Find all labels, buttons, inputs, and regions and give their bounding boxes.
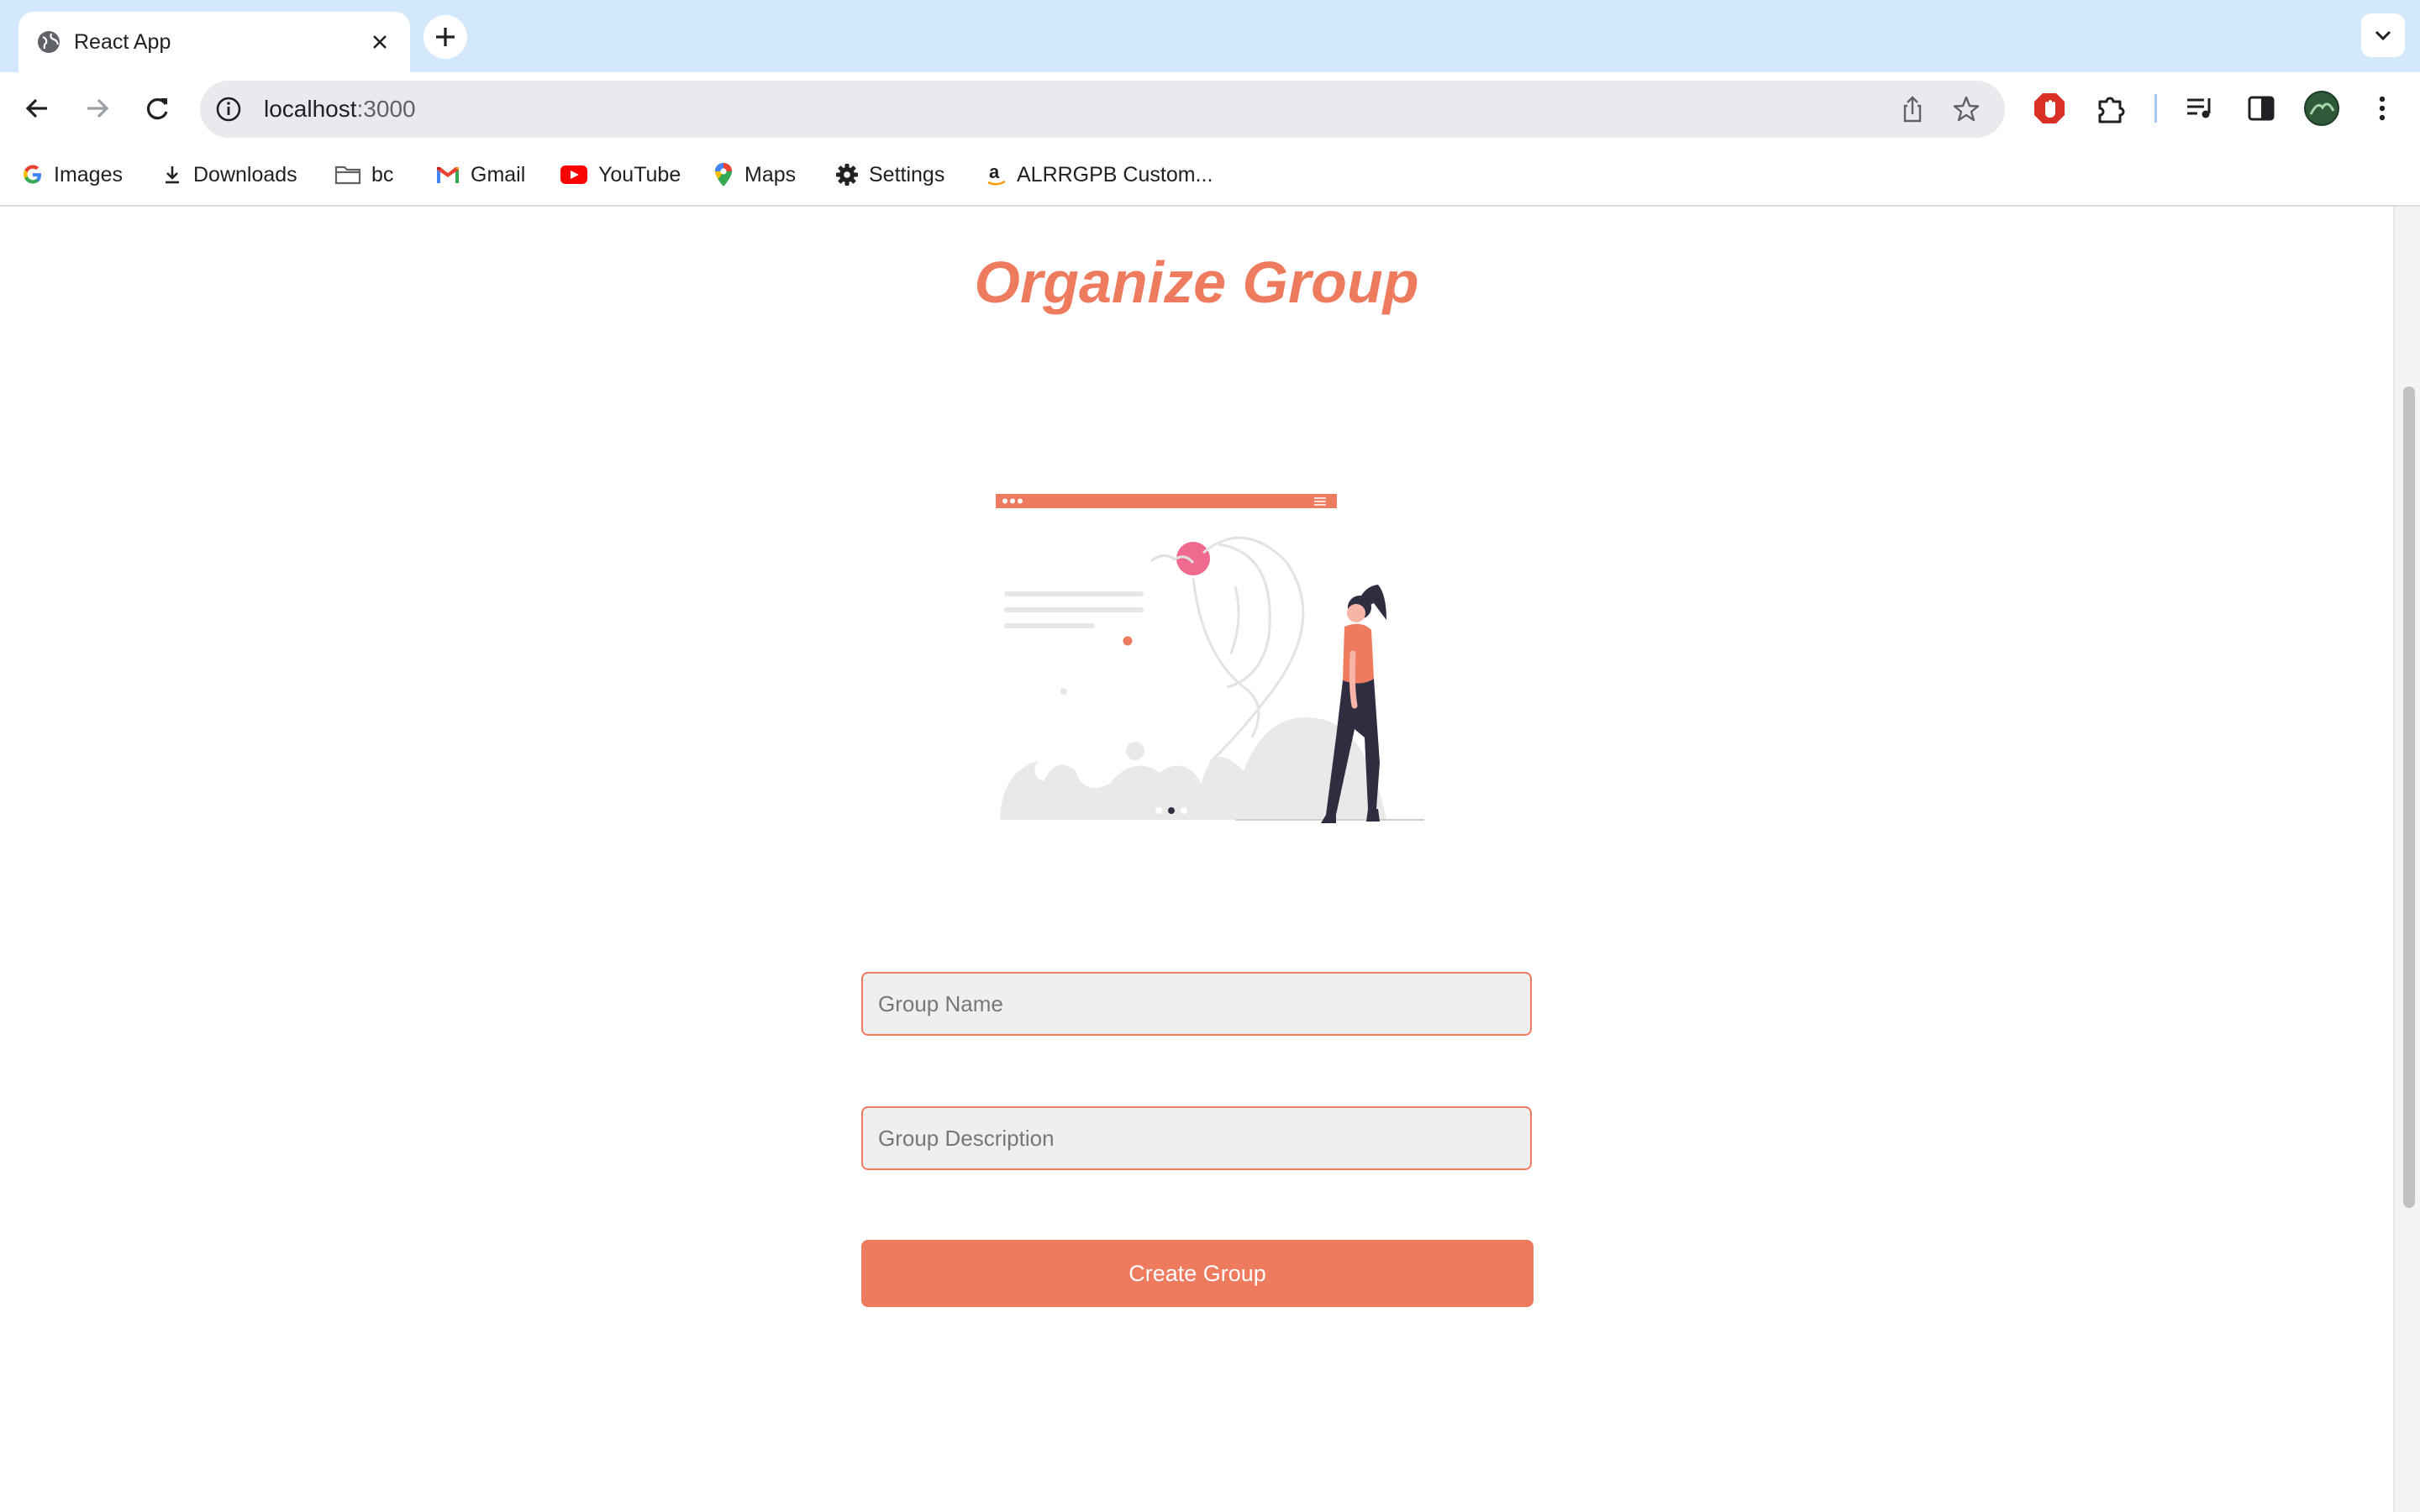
globe-icon — [38, 31, 60, 53]
tab-search-button[interactable] — [2361, 13, 2405, 57]
bookmark-label: ALRRGPB Custom... — [1017, 162, 1213, 186]
bookmark-images[interactable]: Images — [22, 156, 123, 193]
scrollbar-thumb[interactable] — [2403, 386, 2415, 1208]
url-host: localhost — [264, 96, 357, 122]
bookmark-label: Settings — [869, 162, 945, 186]
close-icon[interactable] — [365, 27, 395, 57]
google-icon — [24, 165, 41, 184]
share-icon[interactable] — [1897, 94, 1928, 124]
gear-icon — [836, 164, 858, 186]
star-icon[interactable] — [1951, 94, 1981, 124]
bookmark-maps[interactable]: Maps — [713, 156, 796, 193]
bookmark-gmail[interactable]: Gmail — [435, 156, 525, 193]
info-icon[interactable] — [212, 92, 245, 126]
download-icon — [166, 166, 179, 184]
bookmark-youtube[interactable]: YouTube — [560, 156, 681, 193]
adblock-extension-icon[interactable] — [2030, 89, 2069, 128]
chevron-down-icon — [2375, 30, 2391, 41]
group-name-input[interactable] — [861, 972, 1532, 1036]
bookmark-label: Images — [54, 162, 123, 186]
url-port: :3000 — [356, 96, 416, 122]
browser-tab-strip: React App — [0, 0, 2420, 72]
create-group-button[interactable]: Create Group — [861, 1240, 1534, 1307]
organize-illustration — [996, 494, 1424, 823]
gmail-icon — [437, 167, 459, 183]
new-tab-button[interactable] — [424, 15, 467, 59]
group-description-input[interactable] — [861, 1106, 1532, 1170]
bookmark-label: YouTube — [598, 162, 681, 186]
browser-toolbar: localhost:3000 — [0, 72, 2420, 144]
side-panel-icon[interactable] — [2242, 89, 2281, 128]
bookmarks-bar: Images Downloads bc Gmail YouTube Maps S… — [0, 144, 2420, 207]
bookmark-label: Downloads — [193, 162, 297, 186]
toolbar-divider — [2154, 94, 2157, 123]
folder-icon — [334, 165, 361, 185]
amazon-icon: a — [987, 162, 1006, 186]
svg-text:a: a — [989, 162, 1000, 182]
puzzle-icon[interactable] — [2092, 89, 2131, 128]
address-bar[interactable]: localhost:3000 — [200, 81, 2005, 138]
profile-avatar-icon[interactable] — [2302, 89, 2341, 128]
page-title: Organize Group — [974, 249, 1419, 315]
bookmark-downloads[interactable]: Downloads — [161, 156, 297, 193]
bookmark-label: Gmail — [471, 162, 526, 186]
bookmark-label: bc — [371, 162, 394, 186]
bookmark-bc[interactable]: bc — [334, 156, 393, 193]
bookmark-amazon[interactable]: a ALRRGPB Custom... — [986, 156, 1213, 193]
browser-tab[interactable]: React App — [18, 12, 410, 72]
youtube-icon — [560, 165, 587, 184]
forward-arrow-icon[interactable] — [77, 89, 116, 128]
media-control-icon[interactable] — [2181, 89, 2220, 128]
bookmark-label: Maps — [744, 162, 797, 186]
url-text: localhost:3000 — [264, 81, 416, 138]
bookmark-settings[interactable]: Settings — [835, 156, 944, 193]
back-arrow-icon[interactable] — [18, 89, 57, 128]
reload-icon[interactable] — [138, 89, 176, 128]
tab-title: React App — [74, 30, 171, 54]
page-scrollbar[interactable] — [2393, 207, 2420, 1512]
maps-icon — [715, 163, 732, 186]
more-vertical-icon[interactable] — [2363, 89, 2402, 128]
plus-icon — [436, 28, 455, 46]
